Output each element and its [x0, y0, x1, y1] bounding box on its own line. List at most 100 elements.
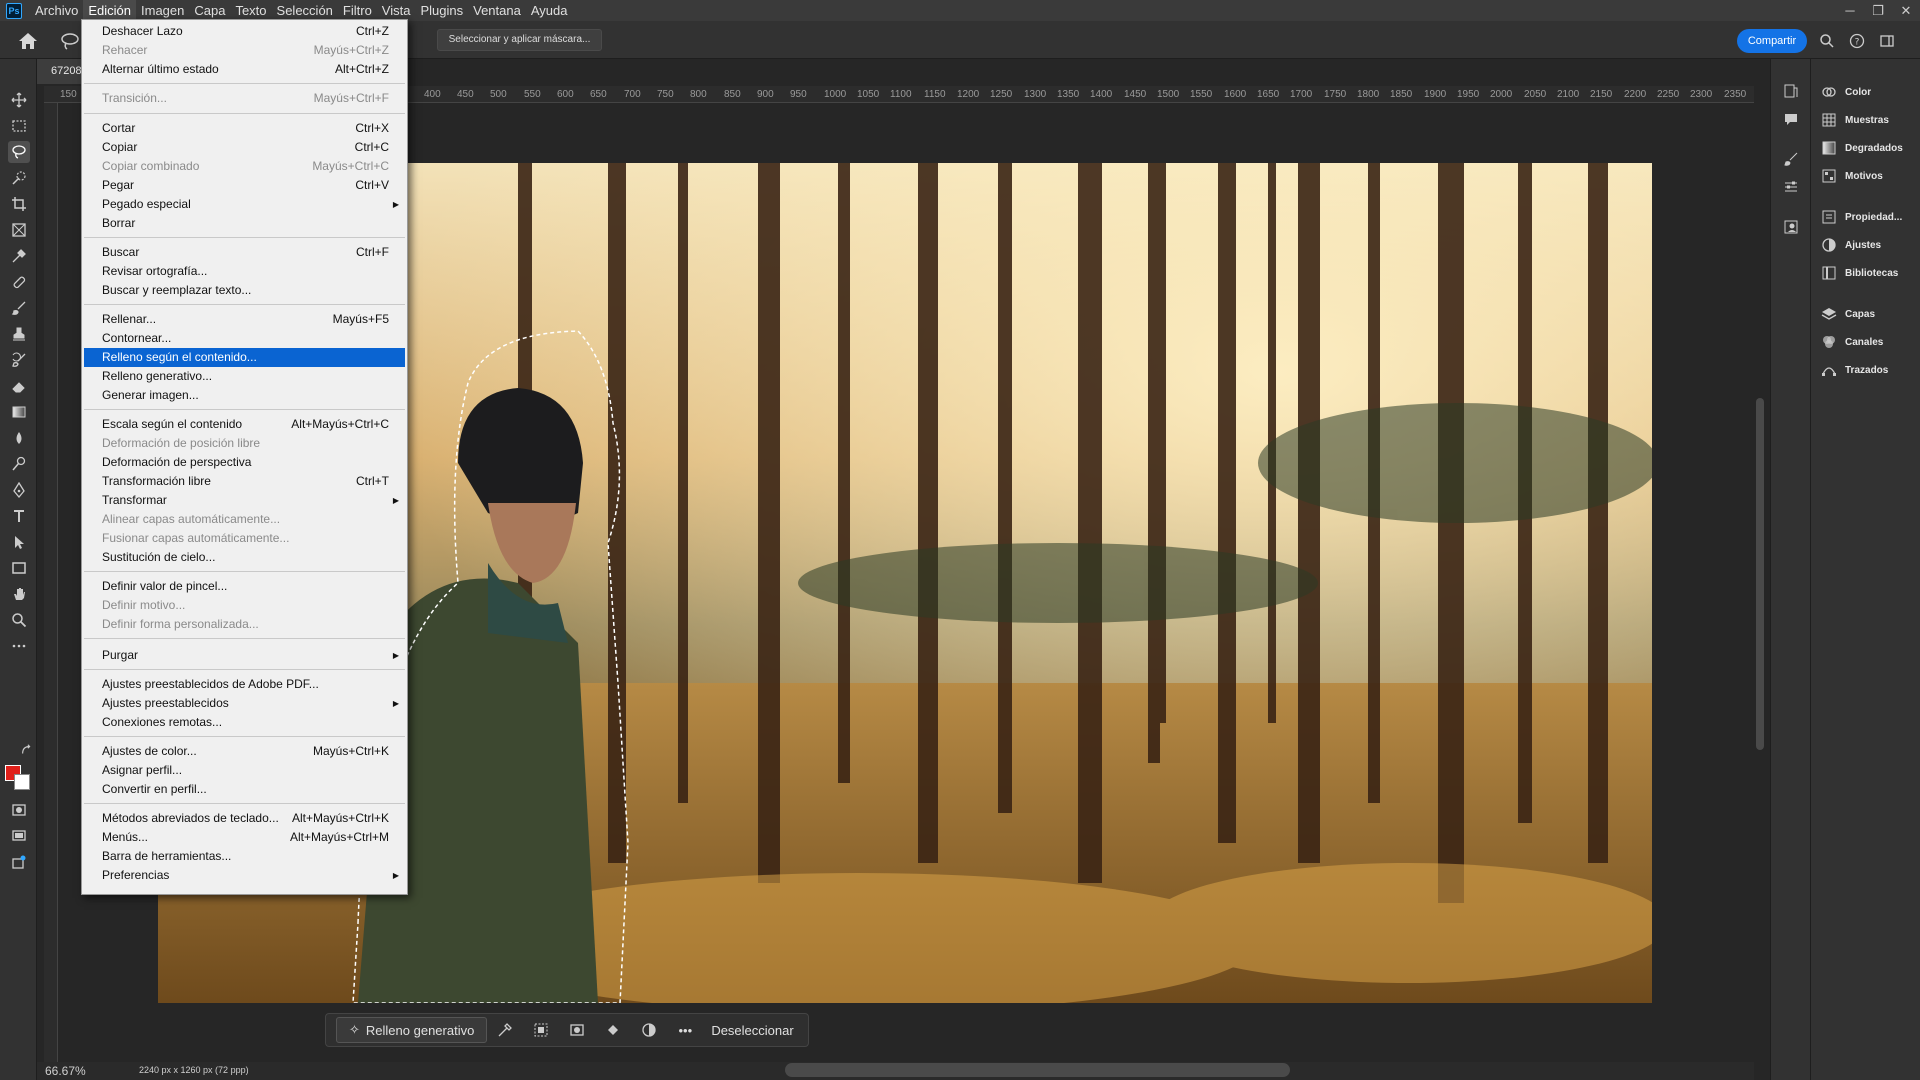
- adjustments-sliders-icon[interactable]: [1781, 177, 1801, 197]
- menu-item-define-pattern[interactable]: Definir motivo...: [84, 596, 405, 615]
- menu-item-sky-replacement[interactable]: Sustitución de cielo...: [84, 548, 405, 567]
- lasso-tool-icon[interactable]: [8, 141, 30, 163]
- menu-item-generate-image[interactable]: Generar imagen...: [84, 386, 405, 405]
- menu-item-remote-connections[interactable]: Conexiones remotas...: [84, 713, 405, 732]
- panel-libraries[interactable]: Bibliotecas: [1821, 263, 1898, 283]
- menu-item-content-aware-scale[interactable]: Escala según el contenido Alt+Mayús+Ctrl+…: [84, 415, 405, 434]
- horizontal-scrollbar[interactable]: [785, 1063, 1290, 1077]
- menu-item-copy-merged[interactable]: Copiar combinado Mayús+Ctrl+C: [84, 157, 405, 176]
- menu-item-color-settings[interactable]: Ajustes de color... Mayús+Ctrl+K: [84, 742, 405, 761]
- menu-item-presets[interactable]: Ajustes preestablecidos ▶: [84, 694, 405, 713]
- vertical-scrollbar[interactable]: [1756, 398, 1764, 750]
- fill-icon[interactable]: [595, 1022, 631, 1038]
- menu-item-search[interactable]: Buscar Ctrl+F: [84, 243, 405, 262]
- minimize-icon[interactable]: ─: [1836, 0, 1864, 21]
- menu-item-cut[interactable]: Cortar Ctrl+X: [84, 119, 405, 138]
- gradient-tool-icon[interactable]: [8, 401, 30, 423]
- document-tab[interactable]: 67208: [37, 59, 82, 84]
- menu-capa[interactable]: Capa: [189, 0, 230, 21]
- adjustment-icon[interactable]: [631, 1022, 667, 1038]
- panel-properties[interactable]: Propiedad...: [1821, 207, 1902, 227]
- select-and-mask-button[interactable]: Seleccionar y aplicar máscara...: [437, 29, 602, 51]
- menu-item-content-aware-fill[interactable]: Relleno según el contenido...: [84, 348, 405, 367]
- type-tool-icon[interactable]: [8, 505, 30, 527]
- menu-ventana[interactable]: Ventana: [468, 0, 526, 21]
- background-color-swatch[interactable]: [14, 774, 30, 790]
- panel-adjustments[interactable]: Ajustes: [1821, 235, 1881, 255]
- menu-vista[interactable]: Vista: [377, 0, 416, 21]
- crop-tool-icon[interactable]: [8, 193, 30, 215]
- generative-icon[interactable]: [8, 851, 30, 873]
- blur-tool-icon[interactable]: [8, 427, 30, 449]
- path-selection-tool-icon[interactable]: [8, 531, 30, 553]
- menu-item-auto-blend-layers[interactable]: Fusionar capas automáticamente...: [84, 529, 405, 548]
- menu-seleccion[interactable]: Selección: [272, 0, 338, 21]
- menu-item-perspective-warp[interactable]: Deformación de perspectiva: [84, 453, 405, 472]
- menu-item-clear[interactable]: Borrar: [84, 214, 405, 233]
- eraser-tool-icon[interactable]: [8, 375, 30, 397]
- menu-texto[interactable]: Texto: [230, 0, 271, 21]
- hand-tool-icon[interactable]: [8, 583, 30, 605]
- generative-fill-button[interactable]: ✧ Relleno generativo: [336, 1017, 488, 1043]
- panel-channels[interactable]: Canales: [1821, 332, 1883, 352]
- zoom-level[interactable]: 66.67%: [45, 1064, 86, 1078]
- modify-selection-icon[interactable]: [487, 1022, 523, 1038]
- invert-selection-icon[interactable]: [523, 1022, 559, 1038]
- menu-item-keyboard-shortcuts[interactable]: Métodos abreviados de teclado... Alt+Mayú…: [84, 809, 405, 828]
- menu-plugins[interactable]: Plugins: [415, 0, 468, 21]
- comments-icon[interactable]: [1781, 109, 1801, 129]
- menu-item-purge[interactable]: Purgar ▶: [84, 646, 405, 665]
- menu-item-generative-fill[interactable]: Relleno generativo...: [84, 367, 405, 386]
- screen-mode-icon[interactable]: [8, 825, 30, 847]
- move-tool-icon[interactable]: [8, 89, 30, 111]
- swap-colors-icon[interactable]: [20, 743, 34, 757]
- home-icon[interactable]: [16, 30, 40, 52]
- lasso-tool-preset-icon[interactable]: [58, 31, 82, 51]
- menu-item-paste[interactable]: Pegar Ctrl+V: [84, 176, 405, 195]
- menu-item-undo-lasso[interactable]: Deshacer Lazo Ctrl+Z: [84, 22, 405, 41]
- clone-source-icon[interactable]: [1781, 217, 1801, 237]
- mask-icon[interactable]: [559, 1022, 595, 1038]
- more-options-icon[interactable]: •••: [667, 1023, 703, 1038]
- panel-paths[interactable]: Trazados: [1821, 360, 1888, 380]
- panel-layers[interactable]: Capas: [1821, 304, 1875, 324]
- menu-item-toggle-last-state[interactable]: Alternar último estado Alt+Ctrl+Z: [84, 60, 405, 79]
- healing-brush-tool-icon[interactable]: [8, 271, 30, 293]
- panel-swatches[interactable]: Muestras: [1821, 110, 1889, 130]
- menu-item-pdf-presets[interactable]: Ajustes preestablecidos de Adobe PDF...: [84, 675, 405, 694]
- menu-item-define-brush[interactable]: Definir valor de pincel...: [84, 577, 405, 596]
- panel-gradients[interactable]: Degradados: [1821, 138, 1903, 158]
- menu-filtro[interactable]: Filtro: [338, 0, 377, 21]
- zoom-tool-icon[interactable]: [8, 609, 30, 631]
- eyedropper-tool-icon[interactable]: [8, 245, 30, 267]
- quick-mask-icon[interactable]: [8, 799, 30, 821]
- quick-selection-tool-icon[interactable]: [8, 167, 30, 189]
- panel-color[interactable]: Color: [1821, 82, 1871, 102]
- menu-item-convert-profile[interactable]: Convertir en perfil...: [84, 780, 405, 799]
- menu-item-paste-special[interactable]: Pegado especial ▶: [84, 195, 405, 214]
- marquee-tool-icon[interactable]: [8, 115, 30, 137]
- rectangle-tool-icon[interactable]: [8, 557, 30, 579]
- pen-tool-icon[interactable]: [8, 479, 30, 501]
- deselect-button[interactable]: Deseleccionar: [711, 1023, 793, 1038]
- menu-item-fill[interactable]: Rellenar... Mayús+F5: [84, 310, 405, 329]
- panel-patterns[interactable]: Motivos: [1821, 166, 1883, 186]
- dodge-tool-icon[interactable]: [8, 453, 30, 475]
- menu-item-transform[interactable]: Transformar ▶: [84, 491, 405, 510]
- history-brush-tool-icon[interactable]: [8, 349, 30, 371]
- clone-stamp-tool-icon[interactable]: [8, 323, 30, 345]
- help-icon[interactable]: ?: [1847, 31, 1867, 51]
- menu-item-assign-profile[interactable]: Asignar perfil...: [84, 761, 405, 780]
- brush-tool-icon[interactable]: [8, 297, 30, 319]
- menu-imagen[interactable]: Imagen: [136, 0, 189, 21]
- brush-settings-icon[interactable]: [1781, 149, 1801, 169]
- menu-edicion[interactable]: Edición: [83, 0, 136, 21]
- menu-archivo[interactable]: Archivo: [30, 0, 83, 21]
- menu-item-menus[interactable]: Menús... Alt+Mayús+Ctrl+M: [84, 828, 405, 847]
- menu-item-toolbar[interactable]: Barra de herramientas...: [84, 847, 405, 866]
- menu-item-redo[interactable]: Rehacer Mayús+Ctrl+Z: [84, 41, 405, 60]
- search-icon[interactable]: [1817, 31, 1837, 51]
- menu-item-copy[interactable]: Copiar Ctrl+C: [84, 138, 405, 157]
- menu-item-free-transform[interactable]: Transformación libre Ctrl+T: [84, 472, 405, 491]
- close-icon[interactable]: ✕: [1892, 0, 1920, 21]
